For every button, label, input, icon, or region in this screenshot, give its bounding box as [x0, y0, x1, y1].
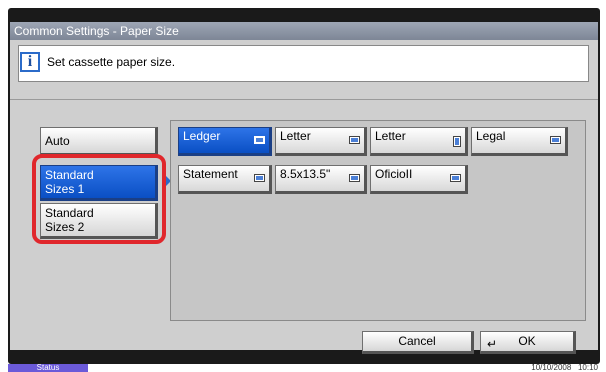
landscape-paper-icon	[349, 136, 360, 144]
info-icon: i	[20, 52, 40, 72]
size-letter-landscape-button[interactable]: Letter	[275, 127, 367, 156]
ok-label: OK	[518, 334, 536, 348]
size-label: Statement	[183, 167, 238, 181]
size-letter-portrait-button[interactable]: Letter	[370, 127, 468, 156]
size-label: Ledger	[183, 129, 221, 143]
ok-button[interactable]: ↵ OK	[480, 331, 576, 354]
size-label: OficioII	[375, 167, 413, 181]
landscape-paper-icon	[450, 174, 461, 182]
message-text: Set cassette paper size.	[47, 55, 176, 69]
size-label: Letter	[375, 129, 406, 143]
category-standard-sizes-1-button[interactable]: Standard Sizes 1	[40, 165, 158, 201]
size-legal-button[interactable]: Legal	[471, 127, 568, 156]
size-label: Letter	[280, 129, 311, 143]
status-date: 10/10/2008	[531, 363, 572, 372]
size-label: Legal	[476, 129, 506, 143]
cancel-label: Cancel	[398, 334, 436, 348]
size-label: 8.5x13.5"	[280, 167, 331, 181]
enter-icon: ↵	[487, 337, 498, 351]
size-statement-button[interactable]: Statement	[178, 165, 272, 194]
size-oficioii-button[interactable]: OficioII	[370, 165, 468, 194]
portrait-paper-icon	[453, 136, 461, 147]
divider	[10, 99, 598, 100]
landscape-paper-icon	[254, 136, 265, 144]
size-ledger-button[interactable]: Ledger	[178, 127, 272, 156]
category-label: Standard Sizes 1	[45, 168, 94, 196]
category-label: Standard Sizes 2	[45, 206, 94, 234]
clock: 10/10/2008 10:10	[531, 364, 598, 372]
category-standard-sizes-2-button[interactable]: Standard Sizes 2	[40, 203, 158, 239]
landscape-paper-icon	[254, 174, 265, 182]
landscape-paper-icon	[349, 174, 360, 182]
category-auto-button[interactable]: Auto	[40, 127, 158, 156]
status-button[interactable]: Status	[8, 364, 88, 372]
size-8-5x13-5-button[interactable]: 8.5x13.5"	[275, 165, 367, 194]
landscape-paper-icon	[550, 136, 561, 144]
category-label: Auto	[45, 134, 70, 148]
window-title: Common Settings - Paper Size	[10, 22, 598, 40]
status-time: 10:10	[577, 363, 598, 372]
cancel-button[interactable]: Cancel	[362, 331, 474, 354]
